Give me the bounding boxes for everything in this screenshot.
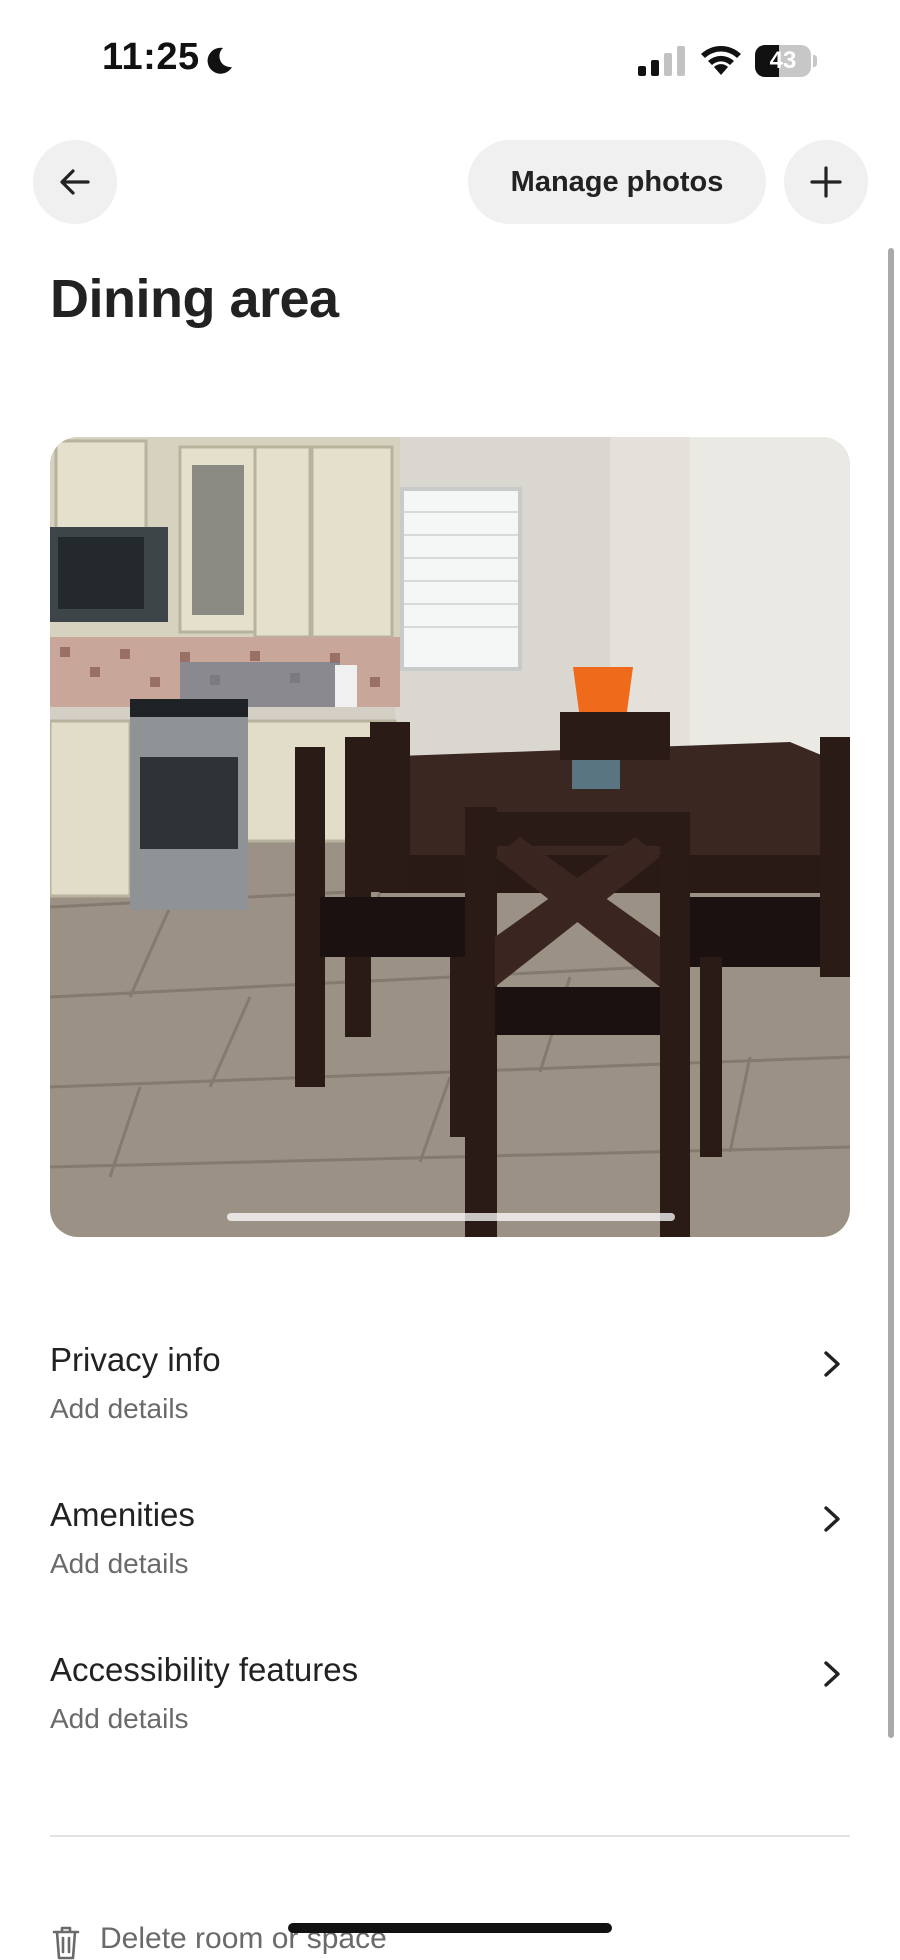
chevron-right-icon xyxy=(824,1661,840,1687)
add-button[interactable] xyxy=(784,140,868,224)
divider xyxy=(50,1835,850,1837)
chevron-right-icon xyxy=(824,1506,840,1532)
amenities-title: Amenities xyxy=(50,1496,195,1533)
page-scrollbar[interactable] xyxy=(888,248,894,1738)
privacy-info-subtitle: Add details xyxy=(50,1393,189,1424)
plus-icon xyxy=(810,166,842,198)
accessibility-features-title: Accessibility features xyxy=(50,1651,359,1688)
battery-level: 43 xyxy=(769,47,797,74)
wifi-icon xyxy=(701,46,741,75)
accessibility-features-subtitle: Add details xyxy=(50,1703,189,1734)
photo-scroll-indicator xyxy=(227,1213,675,1221)
privacy-info-row[interactable]: Privacy info Add details xyxy=(50,1341,850,1451)
room-photo[interactable] xyxy=(50,437,850,1237)
page-title: Dining area xyxy=(50,269,339,329)
status-bar: 11:25 43 xyxy=(0,0,900,120)
accessibility-features-row[interactable]: Accessibility features Add details xyxy=(50,1651,850,1761)
privacy-info-title: Privacy info xyxy=(50,1341,221,1378)
chevron-right-icon xyxy=(824,1351,840,1377)
moon-icon xyxy=(207,47,232,74)
amenities-subtitle: Add details xyxy=(50,1548,189,1579)
trash-icon xyxy=(52,1926,80,1960)
battery-icon: 43 xyxy=(755,45,817,77)
back-button[interactable] xyxy=(33,140,117,224)
manage-photos-button[interactable]: Manage photos xyxy=(468,140,766,224)
arrow-left-icon xyxy=(60,169,90,195)
home-indicator[interactable] xyxy=(288,1923,612,1933)
amenities-row[interactable]: Amenities Add details xyxy=(50,1496,850,1606)
dining-photo-image xyxy=(50,437,850,1237)
status-time: 11:25 xyxy=(102,36,200,78)
signal-icon xyxy=(638,46,685,76)
